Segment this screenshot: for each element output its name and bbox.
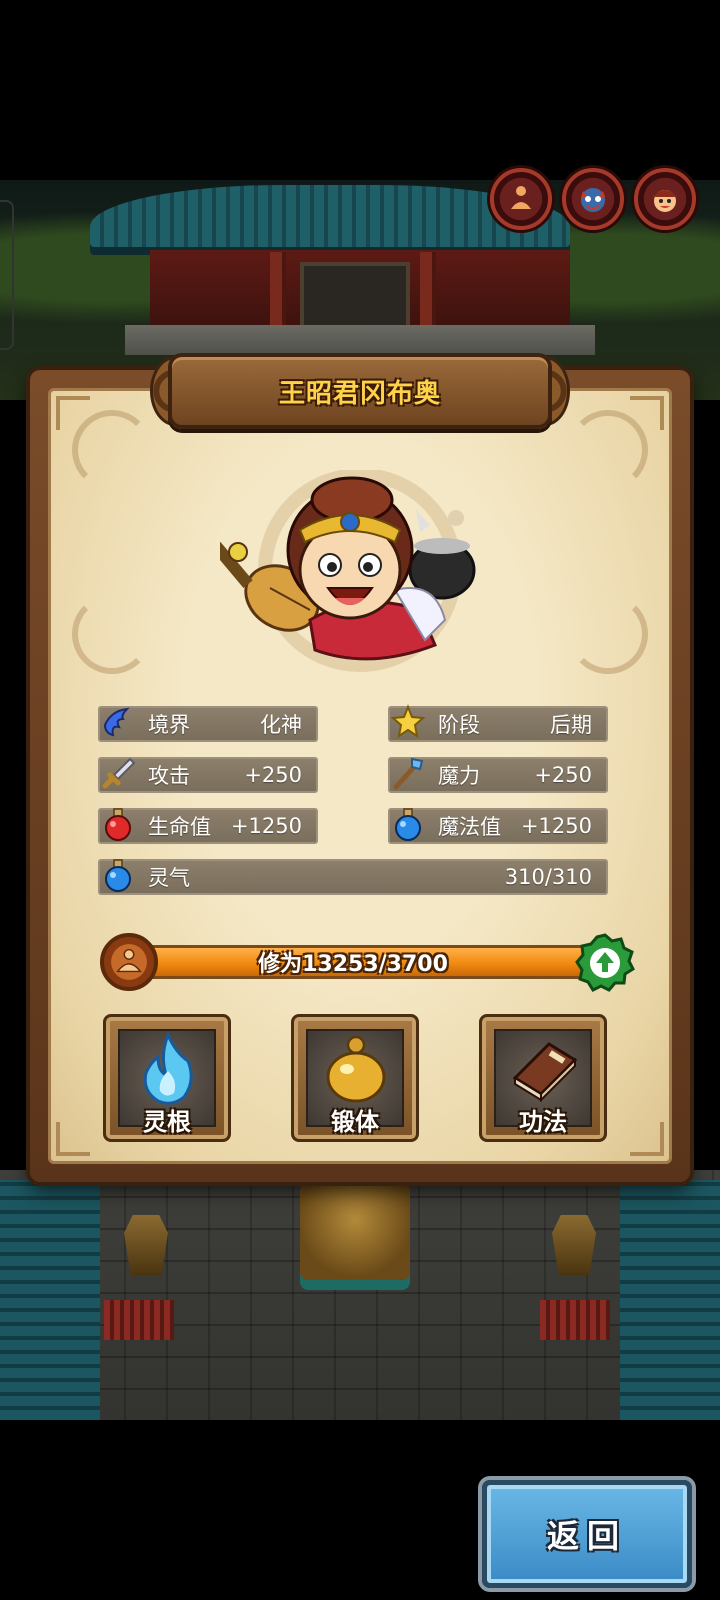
stat-attack: 攻击 +250 xyxy=(98,757,318,793)
up-arrow-icon xyxy=(575,933,635,992)
temple-pillar xyxy=(270,252,286,334)
technique-button[interactable]: 功法 xyxy=(479,1014,607,1142)
demon-face-icon xyxy=(581,188,605,212)
red-potion-icon xyxy=(98,802,138,846)
panel-swirl-ornament xyxy=(72,594,152,674)
blue-potion-icon xyxy=(388,802,428,846)
technique-label: 功法 xyxy=(519,1108,567,1136)
stat-hp-label: 生命值 xyxy=(148,815,211,839)
spirit-root-button[interactable]: 灵根 xyxy=(103,1014,231,1142)
stat-stage-label: 阶段 xyxy=(438,713,480,737)
temple-pillar xyxy=(420,252,436,334)
stat-attack-value: +250 xyxy=(244,763,302,787)
courtyard-brazier xyxy=(300,1180,410,1280)
stat-stage-value: 后期 xyxy=(550,713,592,737)
temple-steps xyxy=(125,325,595,355)
game-screen: 王昭君冈布奥 境界 化神 阶段 后期 攻击 +250 魔力 +250 生命值 +… xyxy=(0,0,720,1600)
stat-mp-label: 魔法值 xyxy=(438,815,501,839)
stat-magic-value: +250 xyxy=(534,763,592,787)
stone-lantern xyxy=(124,1215,168,1275)
stat-magic-label: 魔力 xyxy=(438,764,480,788)
stat-hp: 生命值 +1250 xyxy=(98,808,318,844)
back-button[interactable]: 返回 xyxy=(482,1480,692,1588)
stat-attack-label: 攻击 xyxy=(148,764,190,788)
stat-mp: 魔法值 +1250 xyxy=(388,808,608,844)
blue-potion-icon xyxy=(98,853,138,897)
sword-icon xyxy=(98,751,138,795)
stat-spirit-value: 310/310 xyxy=(504,865,592,889)
spirit-root-label: 灵根 xyxy=(143,1108,191,1136)
star-icon xyxy=(388,700,428,744)
wings-icon xyxy=(98,700,138,744)
stat-realm-label: 境界 xyxy=(148,713,190,737)
meditate-avatar-icon[interactable] xyxy=(490,168,552,230)
back-button-label: 返回 xyxy=(546,1517,627,1555)
stat-spirit: 灵气 310/310 xyxy=(98,859,608,895)
stat-realm: 境界 化神 xyxy=(98,706,318,742)
red-railing xyxy=(540,1300,610,1340)
stone-lantern xyxy=(552,1215,596,1275)
panel-corner-ornament xyxy=(630,1122,664,1156)
left-roof-tiles xyxy=(0,1180,100,1420)
body-tempering-button[interactable]: 锻体 xyxy=(291,1014,419,1142)
cultivation-progress-text: 修为13253/3700 xyxy=(258,952,448,977)
stat-stage: 阶段 后期 xyxy=(388,704,608,742)
body-tempering-label: 锻体 xyxy=(331,1108,379,1136)
character-portrait-icon[interactable] xyxy=(634,168,696,230)
panel-swirl-ornament xyxy=(568,594,648,674)
character-name: 王昭君冈布奥 xyxy=(278,378,441,409)
demon-mask-icon[interactable] xyxy=(562,168,624,230)
panel-corner-ornament xyxy=(56,1122,90,1156)
stat-hp-value: +1250 xyxy=(230,814,302,838)
blue-flame-icon xyxy=(120,1029,216,1109)
character-portrait xyxy=(220,470,476,672)
right-roof-tiles xyxy=(620,1180,720,1420)
character-face-icon xyxy=(653,190,677,212)
red-railing xyxy=(104,1300,174,1340)
panel-swirl-ornament xyxy=(72,410,152,490)
golden-gourd-icon xyxy=(308,1029,404,1109)
book-icon xyxy=(496,1029,592,1109)
staff-icon xyxy=(388,751,428,795)
upgrade-button[interactable] xyxy=(574,932,636,994)
panel-swirl-ornament xyxy=(568,410,648,490)
side-drawer-handle[interactable] xyxy=(0,200,14,350)
meditate-avatar-icon xyxy=(100,933,158,991)
stat-magic: 魔力 +250 xyxy=(388,757,608,793)
stat-mp-value: +1250 xyxy=(520,814,592,838)
title-plaque: 王昭君冈布奥 xyxy=(168,353,552,429)
meditate-figure-icon xyxy=(511,186,531,209)
stat-realm-value: 化神 xyxy=(260,713,302,737)
stat-spirit-label: 灵气 xyxy=(148,866,190,890)
